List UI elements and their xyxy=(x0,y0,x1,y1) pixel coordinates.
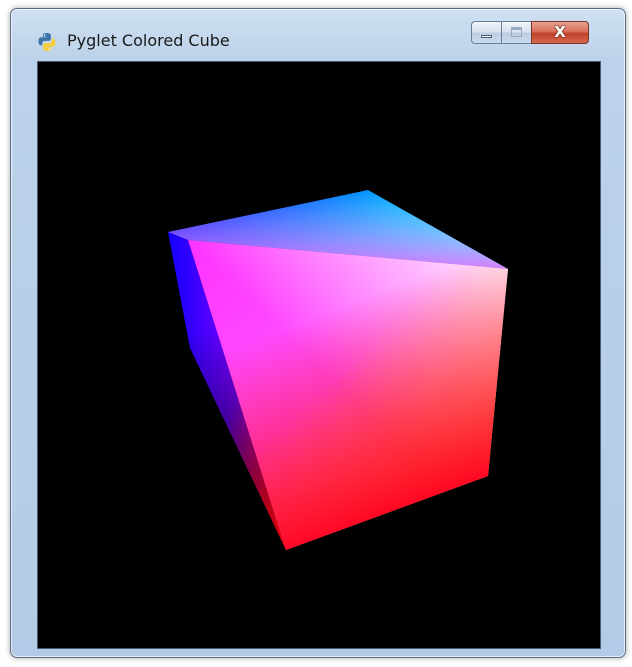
title-bar[interactable]: Pyglet Colored Cube X xyxy=(11,9,625,59)
app-window: Pyglet Colored Cube X xyxy=(10,8,626,658)
close-icon: X xyxy=(554,23,566,41)
window-title: Pyglet Colored Cube xyxy=(67,31,230,50)
render-canvas[interactable] xyxy=(37,61,601,649)
screen: Pyglet Colored Cube X xyxy=(0,0,632,667)
maximize-icon xyxy=(511,27,522,37)
minimize-icon xyxy=(481,35,492,38)
minimize-button[interactable] xyxy=(471,21,501,44)
close-button[interactable]: X xyxy=(531,21,589,44)
colored-cube xyxy=(168,190,508,550)
caption-buttons: X xyxy=(471,21,589,44)
maximize-button[interactable] xyxy=(501,21,531,44)
python-icon[interactable] xyxy=(36,31,58,53)
